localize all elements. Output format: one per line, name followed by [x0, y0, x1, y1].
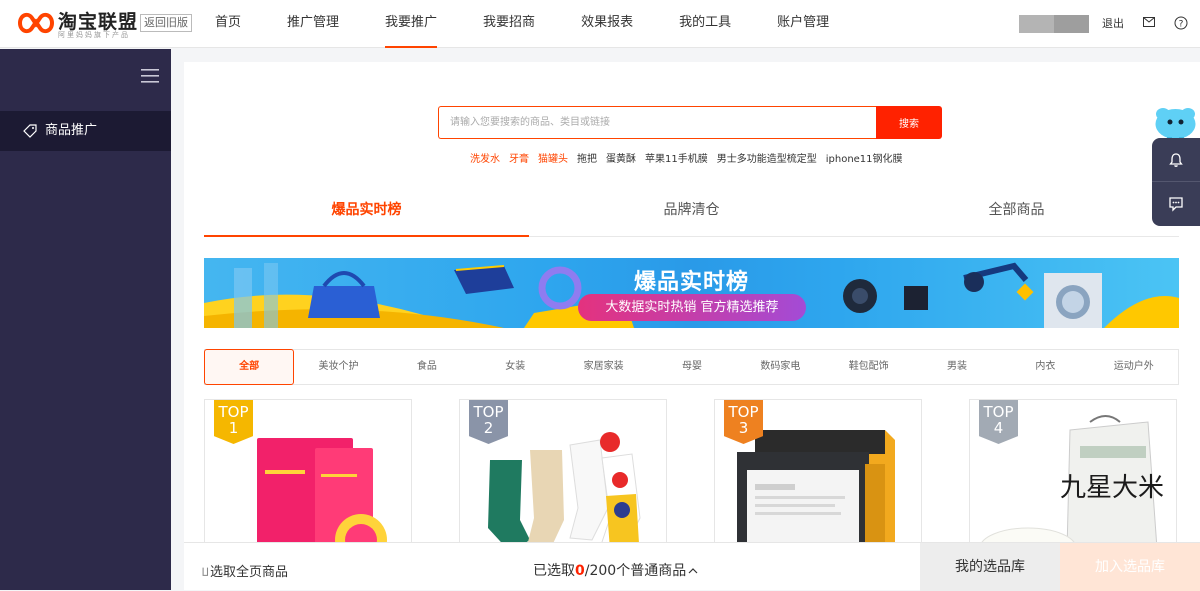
- hot-word[interactable]: 洗发水: [470, 150, 500, 165]
- category-digital[interactable]: 数码家电: [736, 350, 824, 384]
- tab-all-products[interactable]: 全部商品: [854, 190, 1179, 236]
- floating-action-panel: [1152, 138, 1200, 226]
- nav-item-account[interactable]: 账户管理: [754, 0, 852, 48]
- add-to-library-button[interactable]: 加入选品库: [1060, 543, 1200, 591]
- sidebar: 商品推广: [0, 49, 171, 590]
- rank-number: 1: [228, 419, 239, 437]
- mail-icon[interactable]: [1143, 17, 1155, 27]
- selected-count: 0: [575, 563, 585, 579]
- svg-text:?: ?: [1179, 20, 1184, 30]
- rank-badge: TOP 3: [724, 400, 763, 444]
- nav-item-promotion-management[interactable]: 推广管理: [264, 0, 362, 48]
- selected-suffix: /200个普通商品: [584, 563, 687, 579]
- search-input[interactable]: [438, 106, 877, 139]
- notification-button[interactable]: [1152, 138, 1200, 182]
- category-shoes-bags[interactable]: 鞋包配饰: [825, 350, 913, 384]
- selected-count-toggle[interactable]: 已选取0/200个普通商品: [533, 560, 698, 580]
- hot-word[interactable]: 男士多功能造型梳定型: [717, 150, 817, 165]
- hot-word[interactable]: 蛋黄酥: [606, 150, 636, 165]
- product-tabs: 爆品实时榜 品牌清仓 全部商品: [204, 190, 1179, 237]
- hot-word[interactable]: 拖把: [577, 150, 597, 165]
- rice-bag-text: 九星大米: [1060, 473, 1164, 503]
- help-icon[interactable]: ?: [1174, 16, 1188, 30]
- bell-icon: [1169, 153, 1183, 167]
- category-womens[interactable]: 女装: [471, 350, 559, 384]
- rank-label: TOP: [473, 403, 504, 421]
- rank-badge: TOP 2: [469, 400, 508, 444]
- category-mens[interactable]: 男装: [913, 350, 1001, 384]
- logo-subtitle: 阿里妈妈旗下产品: [58, 31, 130, 39]
- category-baby[interactable]: 母婴: [648, 350, 736, 384]
- rank-number: 3: [738, 419, 749, 437]
- nav-item-home[interactable]: 首页: [192, 0, 264, 48]
- hot-word[interactable]: 苹果11手机膜: [645, 150, 708, 165]
- nav-item-merchants[interactable]: 我要招商: [460, 0, 558, 48]
- logout-link[interactable]: 退出: [1102, 15, 1124, 31]
- selection-bar: ∐选取全页商品 已选取0/200个普通商品 我的选品库 加入选品库: [184, 542, 1200, 591]
- banner-subtitle: 大数据实时热销 官方精选推荐: [578, 294, 806, 321]
- nav-item-tools[interactable]: 我的工具: [656, 0, 754, 48]
- tab-hot-ranking[interactable]: 爆品实时榜: [204, 190, 529, 237]
- main-content: 搜索 洗发水 牙膏 猫罐头 拖把 蛋黄酥 苹果11手机膜 男士多功能造型梳定型 …: [184, 62, 1200, 590]
- category-home[interactable]: 家居家装: [559, 350, 647, 384]
- search-button[interactable]: 搜索: [876, 106, 942, 139]
- chevron-up-icon: [688, 568, 698, 574]
- tab-brand-clearance[interactable]: 品牌清仓: [529, 190, 854, 236]
- select-all-label: 选取全页商品: [210, 565, 289, 580]
- category-beauty[interactable]: 美妆个护: [294, 350, 382, 384]
- my-selection-library-button[interactable]: 我的选品库: [920, 543, 1060, 591]
- category-food[interactable]: 食品: [383, 350, 471, 384]
- search-bar: 搜索: [438, 106, 942, 139]
- redacted-username[interactable]: [1019, 15, 1089, 33]
- taobao-union-logo[interactable]: 淘宝联盟 阿里妈妈旗下产品: [18, 7, 140, 41]
- rank-label: TOP: [728, 403, 759, 421]
- hot-word[interactable]: 牙膏: [509, 150, 529, 165]
- sidebar-item-label: 商品推广: [45, 123, 98, 138]
- hot-ranking-banner[interactable]: 爆品实时榜 大数据实时热销 官方精选推荐: [204, 258, 1179, 328]
- menu-toggle-icon[interactable]: [141, 69, 159, 83]
- tag-icon: [23, 124, 37, 138]
- feedback-button[interactable]: [1152, 182, 1200, 226]
- return-old-version-link[interactable]: 返回旧版: [140, 14, 192, 32]
- selected-prefix: 已选取: [533, 563, 575, 579]
- category-underwear[interactable]: 内衣: [1001, 350, 1089, 384]
- logo-mark-icon: [18, 12, 54, 34]
- category-sports[interactable]: 运动户外: [1090, 350, 1178, 384]
- top-nav-bar: 淘宝联盟 阿里妈妈旗下产品 返回旧版 首页 推广管理 我要推广 我要招商 效果报…: [0, 0, 1200, 48]
- rank-badge: TOP 1: [214, 400, 253, 444]
- nav-item-promote[interactable]: 我要推广: [362, 0, 460, 48]
- assistant-mascot-icon[interactable]: [1153, 104, 1198, 142]
- hot-word[interactable]: 猫罐头: [538, 150, 568, 165]
- nav-item-reports[interactable]: 效果报表: [558, 0, 656, 48]
- main-nav: 首页 推广管理 我要推广 我要招商 效果报表 我的工具 账户管理: [192, 0, 852, 48]
- rank-label: TOP: [983, 403, 1014, 421]
- rank-badge: TOP 4: [979, 400, 1018, 444]
- category-all[interactable]: 全部: [204, 349, 295, 385]
- category-filter: 全部 美妆个护 食品 女装 家居家装 母婴 数码家电 鞋包配饰 男装 内衣 运动…: [204, 349, 1179, 385]
- checkbox-icon: ∐: [202, 567, 209, 577]
- hot-search-words: 洗发水 牙膏 猫罐头 拖把 蛋黄酥 苹果11手机膜 男士多功能造型梳定型 iph…: [470, 150, 912, 165]
- hot-word[interactable]: iphone11钢化膜: [826, 150, 903, 165]
- rank-number: 4: [993, 419, 1004, 437]
- select-all-checkbox[interactable]: ∐选取全页商品: [202, 561, 288, 580]
- sidebar-item-product-promotion[interactable]: 商品推广: [0, 111, 171, 151]
- rank-number: 2: [483, 419, 494, 437]
- banner-title: 爆品实时榜: [633, 270, 749, 295]
- rank-label: TOP: [218, 403, 249, 421]
- chat-icon: [1169, 197, 1183, 212]
